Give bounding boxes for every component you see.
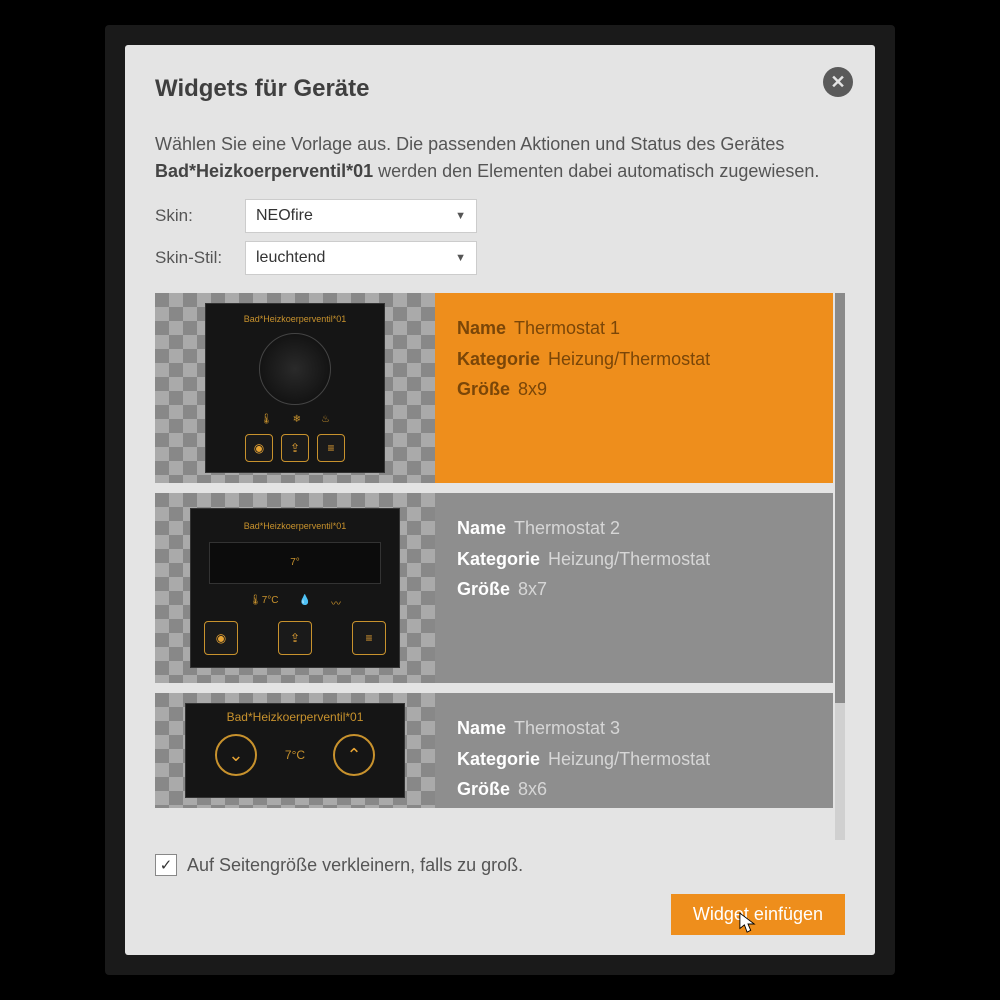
skin-label: Skin: (155, 206, 245, 226)
template-preview: Bad*Heizkoerperventil*01 🌡❄♨ ◉ ⇪ ≡ (155, 293, 435, 483)
preview-title: Bad*Heizkoerperventil*01 (244, 521, 347, 531)
preview-button-icon: ⇪ (278, 621, 312, 655)
category-value: Heizung/Thermostat (548, 749, 710, 769)
chevron-down-icon: ▼ (455, 252, 466, 264)
preview-temp: 7°C (285, 748, 305, 762)
template-preview: Bad*Heizkoerperventil*01 7° 🌡7°C💧〰 ◉ ⇪ ≡ (155, 493, 435, 683)
preview-icon-row: 🌡❄♨ (260, 414, 330, 425)
scrollbar-thumb[interactable] (835, 293, 845, 703)
intro-post: werden den Elementen dabei automatisch z… (373, 161, 819, 181)
category-value: Heizung/Thermostat (548, 349, 710, 369)
check-icon: ✓ (160, 856, 173, 874)
preview-button-icon: ⇪ (281, 434, 309, 462)
name-label: Name (457, 318, 506, 338)
preview-title: Bad*Heizkoerperventil*01 (244, 314, 347, 324)
category-label: Kategorie (457, 749, 540, 769)
intro-text: Wählen Sie eine Vorlage aus. Die passend… (155, 131, 845, 185)
insert-widget-label: Widget einfügen (693, 904, 823, 924)
skin-select[interactable]: NEOfire ▼ (245, 199, 477, 233)
category-value: Heizung/Thermostat (548, 549, 710, 569)
dialog-title: Widgets für Geräte (155, 75, 845, 103)
name-value: Thermostat 3 (514, 718, 620, 738)
template-item[interactable]: Bad*Heizkoerperventil*01 ⌄ 7°C ⌃ Name The… (155, 693, 833, 808)
size-value: 8x6 (518, 779, 547, 799)
template-preview: Bad*Heizkoerperventil*01 ⌄ 7°C ⌃ (155, 693, 435, 808)
dial-icon (259, 333, 331, 405)
skin-value: NEOfire (256, 207, 313, 225)
template-info: Name Thermostat 2 Kategorie Heizung/Thermo… (435, 493, 833, 683)
intro-pre: Wählen Sie eine Vorlage aus. Die passend… (155, 134, 784, 154)
skin-style-value: leuchtend (256, 249, 325, 267)
shrink-checkbox[interactable]: ✓ (155, 854, 177, 876)
preview-button-icon: ≡ (352, 621, 386, 655)
scrollbar[interactable] (835, 293, 845, 840)
name-label: Name (457, 718, 506, 738)
preview-button-icon: ◉ (245, 434, 273, 462)
up-icon: ⌃ (333, 734, 375, 776)
size-label: Größe (457, 579, 510, 599)
template-item[interactable]: Bad*Heizkoerperventil*01 🌡❄♨ ◉ ⇪ ≡ Name T… (155, 293, 833, 483)
preview-display: 7° (209, 542, 381, 584)
size-value: 8x9 (518, 379, 547, 399)
chevron-down-icon: ▼ (455, 210, 466, 222)
name-value: Thermostat 1 (514, 318, 620, 338)
close-button[interactable]: ✕ (823, 67, 853, 97)
template-list: Bad*Heizkoerperventil*01 🌡❄♨ ◉ ⇪ ≡ Name T… (155, 293, 833, 840)
preview-button-icon: ≡ (317, 434, 345, 462)
category-label: Kategorie (457, 349, 540, 369)
close-icon: ✕ (830, 72, 845, 93)
skin-style-label: Skin-Stil: (155, 248, 245, 268)
category-label: Kategorie (457, 549, 540, 569)
name-value: Thermostat 2 (514, 518, 620, 538)
template-info: Name Thermostat 1 Kategorie Heizung/Thermo… (435, 293, 833, 483)
size-label: Größe (457, 779, 510, 799)
skin-style-select[interactable]: leuchtend ▼ (245, 241, 477, 275)
preview-icon-row: 🌡7°C💧〰 (249, 595, 341, 610)
widget-dialog: Widgets für Geräte ✕ Wählen Sie eine Vor… (125, 45, 875, 955)
template-item[interactable]: Bad*Heizkoerperventil*01 7° 🌡7°C💧〰 ◉ ⇪ ≡… (155, 493, 833, 683)
device-name: Bad*Heizkoerperventil*01 (155, 161, 373, 181)
size-label: Größe (457, 379, 510, 399)
shrink-label: Auf Seitengröße verkleinern, falls zu gr… (187, 855, 523, 876)
name-label: Name (457, 518, 506, 538)
down-icon: ⌄ (215, 734, 257, 776)
size-value: 8x7 (518, 579, 547, 599)
preview-title: Bad*Heizkoerperventil*01 (227, 710, 364, 724)
insert-widget-button[interactable]: Widget einfügen (671, 894, 845, 935)
template-info: Name Thermostat 3 Kategorie Heizung/Thermo… (435, 693, 833, 808)
preview-button-icon: ◉ (204, 621, 238, 655)
